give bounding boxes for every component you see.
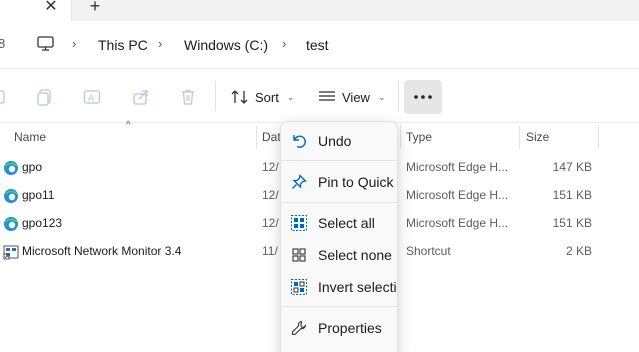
menu-label-properties: Properties (318, 320, 382, 336)
file-date: 12/ (262, 160, 279, 174)
sort-button[interactable]: Sort ⌄ (231, 87, 294, 107)
menu-item-select-none[interactable]: Select none (281, 239, 397, 271)
tab-strip: ✕ + (0, 0, 639, 21)
undo-icon (293, 135, 306, 148)
column-divider[interactable] (400, 125, 401, 149)
breadcrumb-chevron-icon[interactable]: › (158, 36, 162, 51)
column-header-date[interactable]: Dat (262, 130, 281, 144)
file-date: 12/ (262, 188, 279, 202)
more-options-menu: Undo Pin to Quick Select all Select none (280, 121, 398, 352)
file-name: Microsoft Network Monitor 3.4 (22, 244, 182, 258)
sort-label: Sort (255, 89, 279, 105)
sort-icon (231, 90, 248, 104)
sort-ascending-icon: ^ (126, 120, 131, 131)
menu-label-select-all: Select all (318, 215, 375, 231)
file-name: gpo (22, 160, 43, 174)
pin-icon (292, 174, 307, 189)
breadcrumb-this-pc[interactable]: This PC (98, 37, 148, 53)
breadcrumb-windows-c[interactable]: Windows (C:) (184, 37, 268, 53)
edge-icon (4, 189, 18, 203)
tab-close-icon[interactable]: ✕ (40, 0, 62, 17)
file-size: 2 KB (565, 244, 592, 258)
nav-edge-glyph: 8 (0, 36, 6, 51)
view-icon (319, 91, 335, 101)
command-separator (398, 81, 399, 111)
command-bar: A Sort ⌄ View ⌄ (0, 68, 639, 123)
copy-icon[interactable] (36, 88, 54, 106)
file-name: gpo123 (22, 216, 63, 230)
menu-item-invert-selection[interactable]: Invert selectio (281, 271, 398, 303)
file-type: Shortcut (406, 244, 451, 258)
menu-separator (281, 306, 397, 307)
tab-current[interactable]: ✕ (0, 0, 72, 21)
column-header-name[interactable]: Name (14, 130, 46, 144)
menu-label-select-none: Select none (318, 247, 392, 263)
breadcrumb-test[interactable]: test (306, 37, 329, 53)
more-icon (414, 95, 432, 99)
file-size: 147 KB (552, 160, 592, 174)
file-date: 12/ (262, 216, 279, 230)
address-bar[interactable]: 8 › This PC › Windows (C:) › test (0, 21, 639, 68)
file-type: Microsoft Edge H... (406, 188, 509, 202)
file-type: Microsoft Edge H... (406, 160, 509, 174)
menu-separator (281, 160, 397, 161)
this-pc-icon[interactable] (37, 36, 54, 51)
column-divider[interactable] (519, 125, 520, 149)
breadcrumb-chevron-icon[interactable]: › (72, 36, 76, 51)
select-all-icon (291, 215, 307, 231)
menu-separator (281, 202, 397, 203)
edge-icon (4, 161, 18, 175)
file-date: 11/ (262, 244, 278, 258)
view-label: View (342, 89, 370, 105)
menu-item-properties[interactable]: Properties (281, 312, 397, 344)
menu-label-invert: Invert selectio (318, 279, 398, 295)
view-button[interactable]: View ⌄ (318, 87, 386, 107)
rename-icon[interactable]: A (83, 88, 101, 106)
chevron-down-icon: ⌄ (377, 91, 386, 102)
svg-text:A: A (88, 93, 94, 103)
more-options-button[interactable] (404, 80, 442, 114)
chevron-down-icon: ⌄ (286, 91, 295, 102)
properties-icon (291, 320, 307, 336)
file-type: Microsoft Edge H... (406, 216, 509, 230)
column-divider[interactable] (598, 125, 599, 149)
column-header-type[interactable]: Type (406, 130, 432, 144)
menu-label-pin: Pin to Quick (318, 174, 394, 190)
menu-item-undo[interactable]: Undo (281, 125, 397, 157)
column-divider[interactable] (256, 125, 257, 149)
cut-icon[interactable] (0, 88, 12, 106)
menu-label-undo: Undo (318, 133, 352, 149)
share-icon[interactable] (132, 88, 150, 106)
breadcrumb-chevron-icon[interactable]: › (282, 36, 286, 51)
command-separator (215, 81, 216, 111)
edge-icon (4, 217, 18, 231)
menu-item-select-all[interactable]: Select all (281, 207, 397, 239)
delete-icon[interactable] (179, 88, 197, 106)
select-none-icon (292, 248, 306, 262)
shortcut-icon (3, 245, 19, 260)
new-tab-icon[interactable]: + (84, 0, 106, 16)
menu-item-pin-to-quick-access[interactable]: Pin to Quick (281, 166, 397, 198)
file-name: gpo11 (22, 188, 55, 202)
column-header-size[interactable]: Size (526, 130, 549, 144)
invert-selection-icon (291, 279, 307, 295)
file-size: 151 KB (552, 216, 592, 230)
file-size: 151 KB (552, 188, 592, 202)
